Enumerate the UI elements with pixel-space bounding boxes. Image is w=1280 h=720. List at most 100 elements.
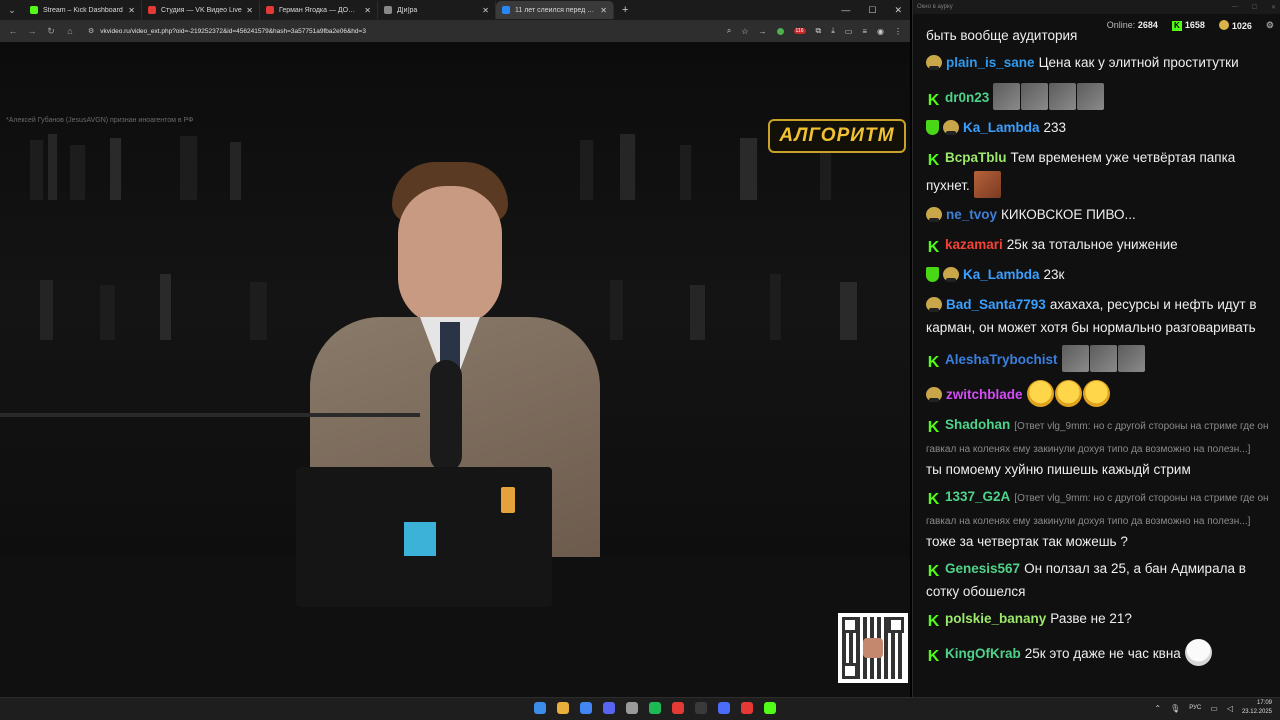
menu-icon[interactable]: ⋮ [894, 27, 902, 36]
taskbar-apps [534, 702, 776, 714]
home-icon[interactable]: ⌂ [65, 26, 75, 36]
taskbar-app-icon[interactable] [649, 702, 661, 714]
bookmark-star-icon[interactable]: ☆ [741, 27, 748, 36]
kick-badge-icon: K [926, 152, 941, 169]
emote-image [1089, 345, 1117, 372]
chat-message: K BcpaTblu Тем временем уже четвёртая папк… [926, 148, 1269, 198]
clock[interactable]: 17:09 23.12.2025 [1242, 699, 1272, 717]
chat-username[interactable]: polskie_banany [945, 611, 1046, 626]
video-player[interactable]: *Алексей Губанов (JesusAVGN) признан ино… [0, 42, 910, 697]
minimize-icon[interactable]: — [841, 5, 850, 16]
inoagent-disclaimer: *Алексей Губанов (JesusAVGN) признан ино… [6, 117, 194, 124]
browser-tab[interactable]: Д[и]ра ✕ [378, 1, 496, 19]
browser-tab[interactable]: Студия — VK Видео Live ✕ [142, 1, 260, 19]
chat-username[interactable]: ne_tvoy [946, 207, 997, 222]
tab-title: Герман Ягодка — ДОМ 2 и ан [279, 6, 360, 14]
chat-message: K AleshaTrybochist [926, 345, 1269, 373]
moderator-shield-icon [926, 120, 939, 135]
kick-badge-icon: K [926, 419, 941, 436]
chat-username[interactable]: zwitchblade [946, 387, 1023, 402]
chat-message-text: 233 [1043, 120, 1067, 135]
chat-username[interactable]: Bad_Santa7793 [946, 297, 1046, 312]
close-icon[interactable]: ✕ [894, 5, 902, 16]
extension-green-icon[interactable] [776, 27, 784, 35]
tab-close-icon[interactable]: ✕ [246, 6, 253, 15]
chat-username[interactable]: 1337_G2A [945, 489, 1010, 504]
media-icon[interactable]: ≡ [862, 27, 867, 36]
site-info-icon[interactable]: ⚙ [88, 27, 94, 35]
tab-favicon-icon [266, 6, 274, 14]
taskbar-app-icon[interactable] [580, 702, 592, 714]
chat-username[interactable]: AleshaTrybochist [945, 352, 1058, 367]
new-tab-button[interactable]: + [622, 4, 628, 16]
extension-arrow-icon[interactable]: → [759, 27, 767, 36]
taskbar-app-icon[interactable] [603, 702, 615, 714]
split-view-icon[interactable]: ▭ [845, 27, 853, 36]
extensions-icon[interactable]: ⧉ [816, 26, 822, 36]
bookshelf [30, 132, 330, 200]
tab-search-icon[interactable]: ⌄ [4, 2, 20, 18]
chat-username[interactable]: dr0n23 [945, 90, 989, 105]
chat-message: Ka_Lambda 233 [926, 118, 1269, 141]
user-badges: K [926, 490, 945, 510]
chat-username[interactable]: Shadohan [945, 417, 1010, 432]
language-indicator[interactable]: РУС [1189, 705, 1201, 711]
chat-username[interactable]: kazamari [945, 237, 1003, 252]
chat-message-fragment: быть вообще аудитория [926, 28, 1078, 43]
chat-username[interactable]: Ka_Lambda [963, 267, 1040, 282]
taskbar-app-icon[interactable] [534, 702, 546, 714]
forward-icon[interactable]: → [27, 26, 37, 36]
taskbar-app-icon[interactable] [718, 702, 730, 714]
tray-chevron-icon[interactable]: ⌃ [1154, 704, 1161, 713]
tab-close-icon[interactable]: ✕ [600, 6, 607, 15]
minimize-icon[interactable]: — [1232, 4, 1238, 11]
chat-message-text: 23к [1043, 267, 1065, 282]
user-badges: K [926, 151, 945, 171]
maximize-icon[interactable]: ☐ [868, 5, 876, 16]
network-icon[interactable]: ▭ [1210, 704, 1218, 713]
maximize-icon[interactable]: ☐ [1252, 4, 1257, 11]
close-icon[interactable]: ✕ [1271, 4, 1276, 11]
browser-tab[interactable]: 11 лет слеился перед Укр ✕ [496, 1, 614, 19]
tab-close-icon[interactable]: ✕ [482, 6, 489, 15]
microphone [430, 360, 462, 472]
tab-close-icon[interactable]: ✕ [364, 6, 371, 15]
volume-icon[interactable]: ◁ [1227, 704, 1233, 713]
taskbar-app-icon[interactable] [695, 702, 707, 714]
back-icon[interactable]: ← [8, 26, 18, 36]
mic-tray-icon[interactable]: 🎙 [1170, 704, 1180, 713]
extension-badge[interactable]: 116 [793, 28, 806, 34]
user-badges: K [926, 91, 945, 111]
taskbar-app-icon[interactable] [626, 702, 638, 714]
tab-close-icon[interactable]: ✕ [128, 6, 135, 15]
zoom-icon[interactable]: ⌕ [727, 26, 731, 36]
browser-tab[interactable]: Герман Ягодка — ДОМ 2 и ан ✕ [260, 1, 378, 19]
profile-icon[interactable]: ◉ [877, 27, 884, 36]
taskbar-app-icon[interactable] [741, 702, 753, 714]
user-badges [926, 120, 963, 141]
taskbar-app-icon[interactable] [557, 702, 569, 714]
chat-titlebar: Окно в аурку — ☐ ✕ [913, 0, 1280, 14]
chat-username[interactable]: KingOfKrab [945, 646, 1021, 661]
chat-username[interactable]: Genesis567 [945, 561, 1020, 576]
kick-badge-icon: K [926, 613, 941, 630]
browser-tab[interactable]: Stream – Kick Dashboard ✕ [24, 1, 142, 19]
kick-badge-icon: K [926, 354, 941, 371]
vk-badge-icon [943, 120, 959, 135]
taskbar-app-icon[interactable] [764, 702, 776, 714]
kick-badge-icon: K [926, 92, 941, 109]
user-badges: K [926, 612, 945, 632]
qr-code [838, 613, 908, 683]
chat-username[interactable]: plain_is_sane [946, 55, 1035, 70]
emote-image [1184, 639, 1212, 666]
chat-message-text: Разве не 21? [1050, 611, 1132, 626]
user-badges: K [926, 238, 945, 258]
chat-username[interactable]: BcpaTblu [945, 150, 1007, 165]
download-icon[interactable]: ⤓ [831, 26, 835, 36]
tab-favicon-icon [148, 6, 156, 14]
taskbar-app-icon[interactable] [672, 702, 684, 714]
reload-icon[interactable]: ↻ [46, 26, 56, 37]
chat-username[interactable]: Ka_Lambda [963, 120, 1040, 135]
address-bar[interactable]: ⚙ vkvideo.ru/video_ext.php?oid=-21925237… [84, 23, 718, 39]
user-badges: K [926, 353, 945, 373]
